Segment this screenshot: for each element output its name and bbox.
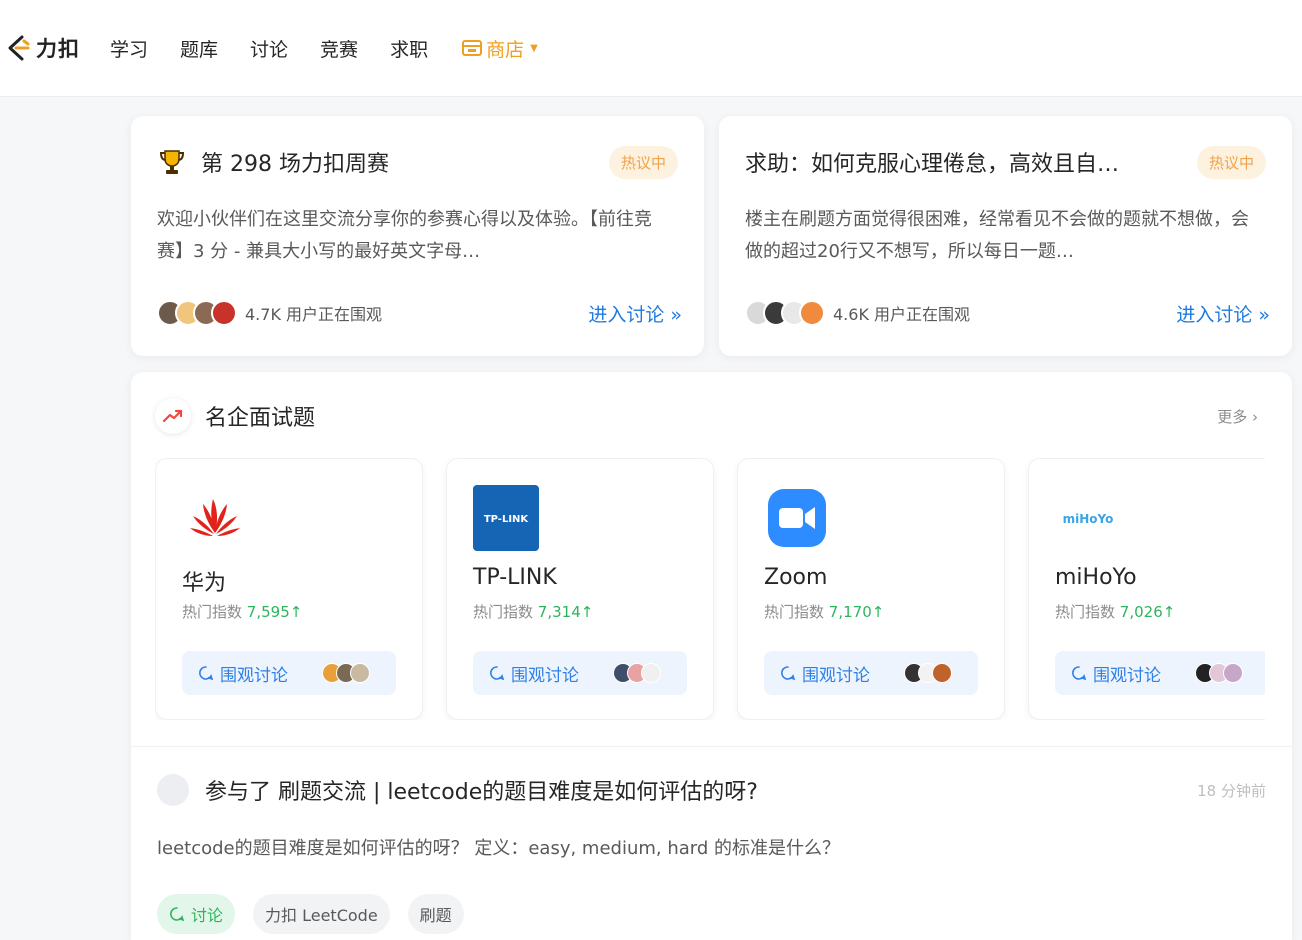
company-card-zoom[interactable]: Zoom 热门指数 7,170↑ 围观讨论 — [737, 458, 1005, 720]
company-name: miHoYo — [1055, 565, 1137, 590]
hot-discussion-card[interactable]: 第 298 场力扣周赛 热议中 欢迎小伙伴们在这里交流分享你的参赛心得以及体验。… — [131, 116, 704, 356]
section-title: 名企面试题 — [205, 406, 316, 431]
company-card-tplink[interactable]: TP-LINK TP-LINK 热门指数 7,314↑ 围观讨论 — [446, 458, 714, 720]
hot-discussion-card[interactable]: 求助：如何克服心理倦怠，高效且自… 热议中 楼主在刷题方面觉得很困难，经常看见不… — [719, 116, 1292, 356]
nav-item-jobs[interactable]: 求职 — [390, 35, 428, 62]
chat-bubble-icon — [1072, 666, 1087, 681]
nav-item-problems[interactable]: 题库 — [180, 35, 218, 62]
activity-timestamp: 18 分钟前 — [1197, 781, 1266, 800]
trend-icon-wrapper — [155, 398, 191, 434]
watcher-avatars — [745, 300, 825, 326]
store-icon — [462, 40, 483, 56]
hot-card-description: 欢迎小伙伴们在这里交流分享你的参赛心得以及体验。【前往竞赛】3 分 - 兼具大小… — [157, 209, 652, 262]
hot-index-value: 7,595↑ — [246, 603, 303, 621]
tag-discussion[interactable]: 讨论 — [157, 894, 236, 934]
watch-discussion-label: 围观讨论 — [1093, 665, 1161, 686]
company-interview-section: 名企面试题 更多 › 华为 热门指数 7,595↑ 围观讨论 TP-LINK T… — [131, 372, 1292, 940]
hot-index-value: 7,026↑ — [1119, 603, 1176, 621]
activity-description: leetcode的题目难度是如何评估的呀？ 定义：easy, medium, h… — [157, 838, 841, 859]
watch-count: 4.6K 用户正在围观 — [833, 305, 971, 324]
chat-bubble-icon — [781, 666, 796, 681]
hot-index: 热门指数 7,026↑ — [1055, 601, 1175, 622]
avatar — [641, 663, 661, 683]
watch-discussion-button[interactable]: 围观讨论 — [1055, 651, 1265, 695]
leetcode-logo[interactable]: 力扣 — [4, 33, 80, 63]
user-avatar[interactable] — [157, 774, 189, 806]
hot-badge: 热议中 — [608, 145, 678, 179]
mihoyo-logo-text: miHoYo — [1063, 512, 1114, 526]
watch-discussion-button[interactable]: 围观讨论 — [764, 651, 978, 695]
activity-header: 参与了 刷题交流 | leetcode的题目难度是如何评估的呀? 18 分钟前 — [157, 772, 1266, 808]
watch-discussion-label: 围观讨论 — [802, 665, 870, 686]
watch-count: 4.7K 用户正在围观 — [245, 305, 383, 324]
avatar — [932, 663, 952, 683]
store-label: 商店 — [486, 38, 525, 61]
hot-index-label: 热门指数 — [182, 603, 243, 621]
hot-index-value: 7,170↑ — [828, 603, 885, 621]
watch-discussion-button[interactable]: 围观讨论 — [473, 651, 687, 695]
top-navigation-bar: 力扣 学习 题库 讨论 竞赛 求职 商店 ▼ — [0, 0, 1302, 97]
hot-index-value: 7,314↑ — [537, 603, 594, 621]
avatar — [1223, 663, 1243, 683]
tag-leetcode[interactable]: 力扣 LeetCode — [253, 894, 390, 934]
chat-bubble-icon — [170, 907, 185, 922]
logo-text: 力扣 — [36, 37, 80, 61]
tplink-logo: TP-LINK — [473, 485, 539, 551]
avatar — [211, 300, 237, 326]
company-list: 华为 热门指数 7,595↑ 围观讨论 TP-LINK TP-LINK 热门指数… — [155, 458, 1265, 720]
company-name: Zoom — [764, 565, 828, 590]
watcher-avatars — [1195, 663, 1243, 683]
trending-up-icon — [163, 409, 183, 423]
hot-index: 热门指数 7,170↑ — [764, 601, 884, 622]
hot-card-title[interactable]: 第 298 场力扣周赛 — [201, 146, 599, 178]
watcher-avatars — [904, 663, 952, 683]
tag-label: 讨论 — [191, 906, 224, 925]
nav-item-discuss[interactable]: 讨论 — [250, 35, 288, 62]
nav-item-store[interactable]: 商店 ▼ — [462, 35, 538, 62]
zoom-logo — [768, 489, 826, 547]
enter-discussion-link[interactable]: 进入讨论 » — [588, 300, 682, 327]
huawei-logo — [190, 499, 240, 536]
leetcode-logo-icon — [8, 35, 30, 61]
more-link[interactable]: 更多 › — [1217, 406, 1258, 427]
nav-item-contest[interactable]: 竞赛 — [320, 35, 358, 62]
chevron-down-icon: ▼ — [530, 42, 538, 54]
hot-card-description: 楼主在刷题方面觉得很困难，经常看见不会做的题就不想做，会做的超过20行又不想写，… — [745, 209, 1249, 262]
hot-index-label: 热门指数 — [473, 603, 534, 621]
divider — [131, 746, 1292, 747]
tplink-logo-text: TP-LINK — [484, 514, 530, 525]
watcher-avatars — [157, 300, 237, 326]
avatar — [799, 300, 825, 326]
hot-card-title[interactable]: 求助：如何克服心理倦怠，高效且自… — [745, 146, 1187, 178]
chat-bubble-icon — [199, 666, 214, 681]
hot-index-label: 热门指数 — [764, 603, 825, 621]
hot-index: 热门指数 7,595↑ — [182, 601, 302, 622]
tag-practice[interactable]: 刷题 — [407, 894, 464, 934]
enter-discussion-link[interactable]: 进入讨论 » — [1176, 300, 1270, 327]
watch-discussion-button[interactable]: 围观讨论 — [182, 651, 396, 695]
hot-index-label: 热门指数 — [1055, 603, 1116, 621]
watch-discussion-label: 围观讨论 — [511, 665, 579, 686]
avatar — [350, 663, 370, 683]
mihoyo-logo: miHoYo — [1063, 512, 1114, 526]
trophy-icon — [159, 150, 185, 174]
watcher-avatars — [322, 663, 370, 683]
company-name: TP-LINK — [473, 565, 557, 590]
watcher-avatars — [613, 663, 661, 683]
company-card-huawei[interactable]: 华为 热门指数 7,595↑ 围观讨论 — [155, 458, 423, 720]
company-name: 华为 — [182, 571, 227, 596]
hot-badge: 热议中 — [1196, 145, 1266, 179]
chat-bubble-icon — [490, 666, 505, 681]
hot-index: 热门指数 7,314↑ — [473, 601, 593, 622]
watch-discussion-label: 围观讨论 — [220, 665, 288, 686]
activity-title[interactable]: 参与了 刷题交流 | leetcode的题目难度是如何评估的呀? — [205, 774, 758, 806]
nav-item-study[interactable]: 学习 — [110, 35, 148, 62]
company-card-mihoyo[interactable]: miHoYo miHoYo 热门指数 7,026↑ 围观讨论 — [1028, 458, 1265, 720]
activity-tags: 讨论 力扣 LeetCode 刷题 — [157, 894, 482, 934]
